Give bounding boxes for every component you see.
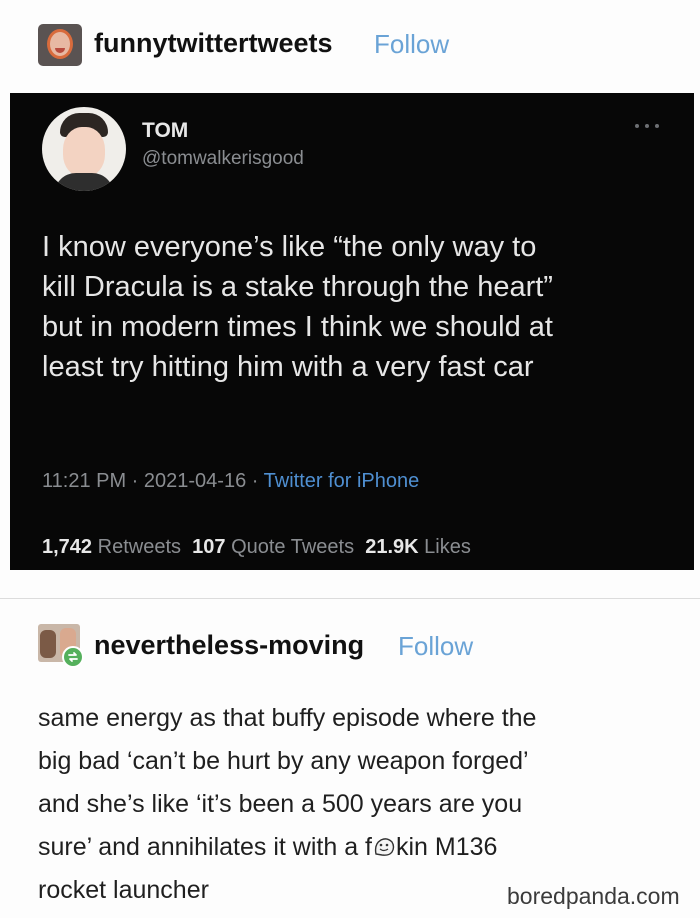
tweet-text-line: I know everyone’s like “the only way to [42, 231, 537, 263]
avatar[interactable] [38, 24, 82, 66]
username-link[interactable]: funnytwittertweets [94, 28, 333, 59]
post-divider [0, 598, 700, 599]
tweet-date: 2021-04-16 [143, 470, 247, 492]
tweet-source: Twitter for iPhone [263, 470, 420, 492]
face-emoji-icon [374, 838, 395, 856]
reply-text-line: sure’ and annihilates it with a f kin M13… [38, 833, 498, 861]
quotes-count: 107 [192, 536, 226, 558]
reply-text-line: big bad ‘can’t be hurt by any weapon for… [38, 747, 529, 775]
retweets-label: Retweets [97, 536, 181, 558]
more-dots-icon [635, 124, 659, 128]
reply-text-line: and she’s like ‘it’s been a 500 years ar… [38, 790, 523, 818]
tweet-text: I know everyone’s like “the only way to … [42, 227, 672, 387]
reply-text: same energy as that buffy episode where … [38, 697, 678, 912]
quotes-label: Quote Tweets [231, 536, 355, 558]
likes-count: 21.9K [365, 536, 419, 558]
tweet-text-line: kill Dracula is a stake through the hear… [42, 271, 553, 303]
tweet-display-name: TOM [142, 119, 189, 142]
tweet-time: 11:21 PM [42, 470, 127, 492]
retweets-count: 1,742 [42, 536, 93, 558]
tweet-text-line: least try hitting him with a very fast c… [42, 351, 534, 383]
tweet-handle: @tomwalkerisgood [142, 148, 304, 169]
tweet-screenshot: TOM @tomwalkerisgood I know everyone’s l… [10, 93, 694, 570]
tweet-meta: 11:21 PM · 2021-04-16 · Twitter for iPho… [42, 470, 420, 492]
watermark: boredpanda.com [507, 883, 680, 909]
user-avatar-icon [47, 29, 73, 59]
username-link[interactable]: nevertheless-moving [94, 630, 364, 661]
avatar[interactable] [38, 624, 84, 668]
likes-label: Likes [424, 536, 471, 558]
tweet-stats: 1,742 Retweets 107 Quote Tweets 21.9K Li… [42, 536, 471, 559]
reblog-icon [62, 646, 84, 668]
tweet-avatar [42, 107, 126, 191]
follow-button[interactable]: Follow [374, 29, 449, 60]
follow-button[interactable]: Follow [398, 631, 473, 662]
post-header-funnytwittertweets: funnytwittertweets Follow [0, 0, 700, 86]
reply-text-line: same energy as that buffy episode where … [38, 704, 537, 732]
tweet-text-line: but in modern times I think we should at [42, 311, 553, 343]
